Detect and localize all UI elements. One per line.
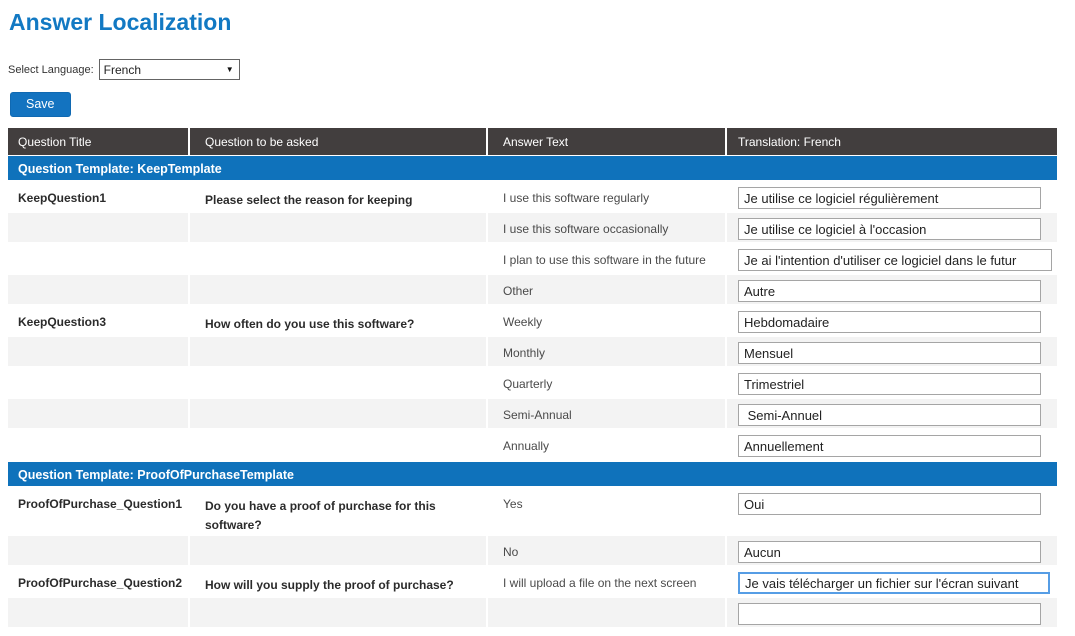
- question-title-cell: [8, 275, 190, 304]
- question-title-cell: KeepQuestion1: [8, 182, 190, 211]
- answer-text-cell: I plan to use this software in the futur…: [488, 244, 727, 273]
- language-select-wrap: French ▼: [99, 59, 240, 80]
- translation-input-focused[interactable]: [738, 572, 1050, 594]
- question-title-cell: [8, 213, 190, 242]
- localization-table: Question Title Question to be asked Answ…: [8, 128, 1057, 629]
- question-title-cell: [8, 337, 190, 366]
- table-row: Annually: [8, 430, 1057, 461]
- translation-input[interactable]: [738, 342, 1041, 364]
- table-row: ProofOfPurchase_Question2 How will you s…: [8, 567, 1057, 598]
- table-row: Quarterly: [8, 368, 1057, 399]
- section-header-proofofpurchasetemplate: Question Template: ProofOfPurchaseTempla…: [8, 461, 1057, 488]
- question-title-cell: [8, 244, 190, 273]
- table-row: I use this software occasionally: [8, 213, 1057, 244]
- translation-cell: [727, 337, 1057, 366]
- translation-input[interactable]: [738, 280, 1041, 302]
- translation-cell: [727, 567, 1057, 596]
- answer-text-cell: I use this software occasionally: [488, 213, 727, 242]
- answer-text-cell: [488, 598, 727, 627]
- question-cell: [190, 275, 488, 304]
- translation-cell: [727, 244, 1057, 273]
- translation-input[interactable]: [738, 249, 1052, 271]
- save-button[interactable]: Save: [10, 92, 71, 117]
- translation-input[interactable]: [738, 603, 1041, 625]
- translation-cell: [727, 399, 1057, 428]
- table-row: Monthly: [8, 337, 1057, 368]
- question-cell: How will you supply the proof of purchas…: [190, 567, 488, 596]
- column-header-translation: Translation: French: [727, 128, 1057, 155]
- question-cell: Please select the reason for keeping: [190, 182, 488, 211]
- answer-text-cell: I will upload a file on the next screen: [488, 567, 727, 596]
- answer-text-cell: I use this software regularly: [488, 182, 727, 211]
- translation-input[interactable]: [738, 187, 1041, 209]
- answer-text-cell: Other: [488, 275, 727, 304]
- translation-input[interactable]: [738, 218, 1041, 240]
- answer-text-cell: Quarterly: [488, 368, 727, 397]
- translation-cell: [727, 430, 1057, 459]
- translation-input[interactable]: [738, 435, 1041, 457]
- column-header-question-title: Question Title: [8, 128, 190, 155]
- translation-input[interactable]: [738, 373, 1041, 395]
- question-title-cell: KeepQuestion3: [8, 306, 190, 335]
- translation-cell: [727, 536, 1057, 565]
- question-cell: How often do you use this software?: [190, 306, 488, 335]
- table-row: No: [8, 536, 1057, 567]
- answer-text-cell: Yes: [488, 488, 727, 534]
- answer-text-cell: Weekly: [488, 306, 727, 335]
- translation-input[interactable]: [738, 404, 1041, 426]
- translation-cell: [727, 213, 1057, 242]
- translation-cell: [727, 368, 1057, 397]
- translation-cell: [727, 182, 1057, 211]
- question-cell: [190, 536, 488, 565]
- question-title-cell: [8, 368, 190, 397]
- answer-text-cell: Semi-Annual: [488, 399, 727, 428]
- question-cell: [190, 430, 488, 459]
- column-header-answer-text: Answer Text: [488, 128, 727, 155]
- question-cell: [190, 244, 488, 273]
- answer-text-cell: Annually: [488, 430, 727, 459]
- translation-cell: [727, 306, 1057, 335]
- language-selector-row: Select Language: French ▼: [8, 59, 240, 80]
- translation-cell: [727, 598, 1057, 627]
- language-label: Select Language:: [8, 64, 94, 76]
- translation-cell: [727, 488, 1057, 534]
- table-row: Other: [8, 275, 1057, 306]
- page-title: Answer Localization: [9, 9, 231, 36]
- question-title-cell: [8, 536, 190, 565]
- answer-text-cell: No: [488, 536, 727, 565]
- question-cell: [190, 399, 488, 428]
- question-title-cell: [8, 430, 190, 459]
- table-row: Semi-Annual: [8, 399, 1057, 430]
- table-header-row: Question Title Question to be asked Answ…: [8, 128, 1057, 155]
- question-title-cell: ProofOfPurchase_Question2: [8, 567, 190, 596]
- section-header-keeptemplate: Question Template: KeepTemplate: [8, 155, 1057, 182]
- translation-input[interactable]: [738, 541, 1041, 563]
- question-cell: [190, 213, 488, 242]
- table-row: KeepQuestion1 Please select the reason f…: [8, 182, 1057, 213]
- translation-cell: [727, 275, 1057, 304]
- table-row: ProofOfPurchase_Question1 Do you have a …: [8, 488, 1057, 536]
- column-header-question-to-be-asked: Question to be asked: [190, 128, 488, 155]
- question-title-cell: ProofOfPurchase_Question1: [8, 488, 190, 534]
- question-title-cell: [8, 399, 190, 428]
- question-cell: [190, 368, 488, 397]
- question-cell: [190, 598, 488, 627]
- question-title-cell: [8, 598, 190, 627]
- question-cell: [190, 337, 488, 366]
- table-row: KeepQuestion3 How often do you use this …: [8, 306, 1057, 337]
- translation-input[interactable]: [738, 311, 1041, 333]
- translation-input[interactable]: [738, 493, 1041, 515]
- table-row-partial: [8, 598, 1057, 629]
- language-select[interactable]: French: [99, 59, 240, 80]
- answer-text-cell: Monthly: [488, 337, 727, 366]
- question-cell: Do you have a proof of purchase for this…: [190, 488, 488, 534]
- table-row: I plan to use this software in the futur…: [8, 244, 1057, 275]
